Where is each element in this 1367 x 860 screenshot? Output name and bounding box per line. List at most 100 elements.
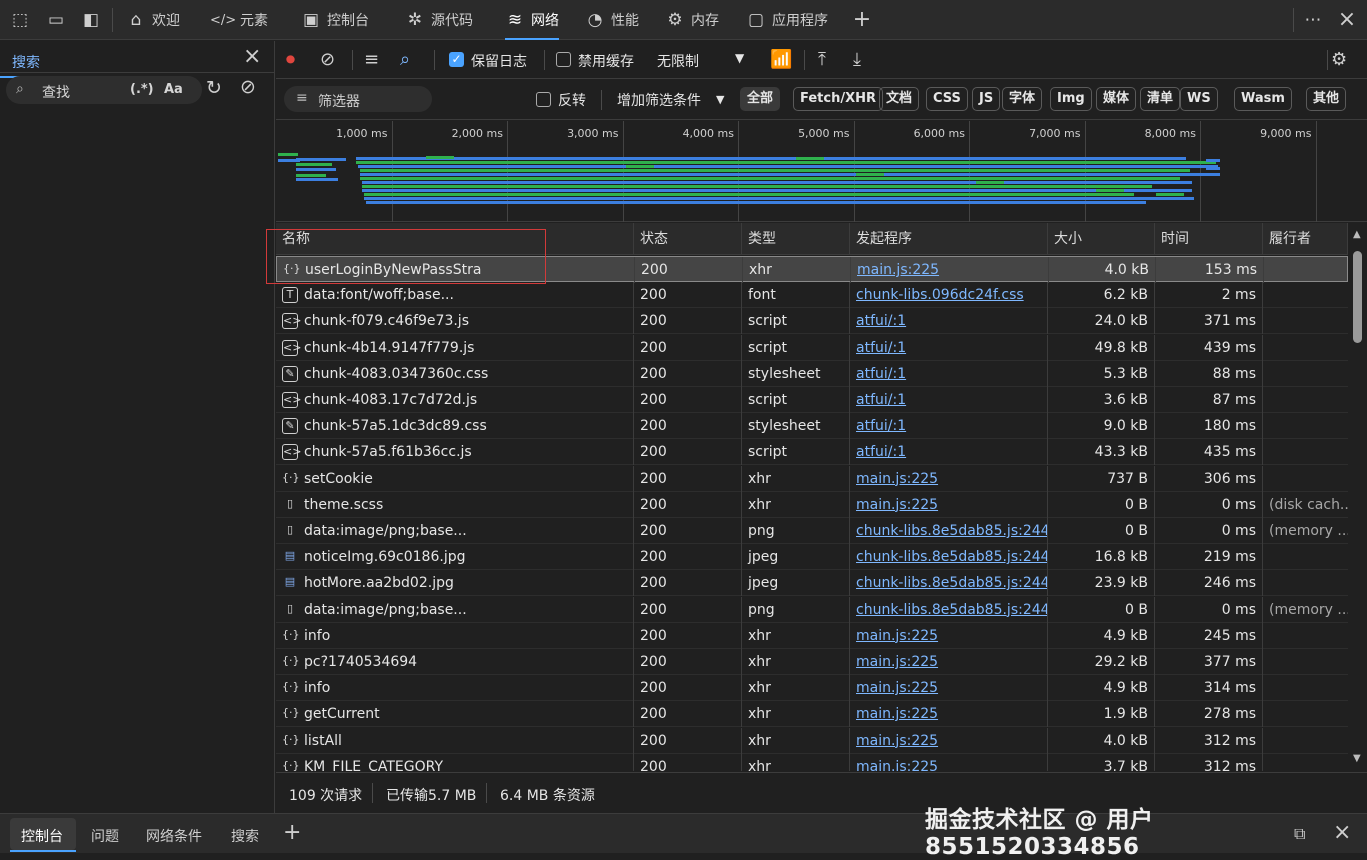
initiator-link[interactable]: chunk-libs.8e5dab85.js:244 <box>856 575 1047 591</box>
column-header-1[interactable]: 状态 <box>634 223 742 255</box>
tab-5[interactable]: ◔ 性能 <box>585 0 639 40</box>
table-row[interactable]: ✎ chunk-4083.0347360c.css 200 stylesheet atf… <box>276 360 1348 387</box>
filter-type-11[interactable]: 其他 <box>1306 87 1347 111</box>
add-tab-icon[interactable]: + <box>850 8 874 32</box>
cell-initiator[interactable]: main.js:225 <box>850 622 1048 649</box>
column-header-5[interactable]: 时间 <box>1155 223 1263 255</box>
cell-initiator[interactable]: main.js:225 <box>850 491 1048 518</box>
drawer-tab-issues[interactable]: 问题 <box>91 826 119 846</box>
column-header-2[interactable]: 类型 <box>742 223 850 255</box>
table-row[interactable]: <> chunk-f079.c46f9e73.js 200 script atfui/:… <box>276 308 1348 335</box>
initiator-link[interactable]: main.js:225 <box>856 628 938 644</box>
cell-initiator[interactable]: atfui/:1 <box>850 413 1048 440</box>
cell-initiator[interactable]: chunk-libs.8e5dab85.js:244 <box>850 544 1048 571</box>
tab-4[interactable]: ≋ 网络 <box>505 0 559 40</box>
tab-2[interactable]: ▣ 控制台 <box>301 0 369 40</box>
table-row[interactable]: {·} getCurrent 200 xhr main.js:225 1.9 kB 278 … <box>276 701 1348 728</box>
scrollbar-thumb[interactable] <box>1353 251 1362 343</box>
initiator-link[interactable]: main.js:225 <box>856 654 938 670</box>
table-row[interactable]: <> chunk-57a5.f61b36cc.js 200 script atfui/:… <box>276 439 1348 466</box>
table-row[interactable]: {·} KM_FILE_CATEGORY 200 xhr main.js:225 3.7 … <box>276 753 1348 771</box>
initiator-link[interactable]: main.js:225 <box>856 733 938 749</box>
cell-initiator[interactable]: chunk-libs.8e5dab85.js:244 <box>850 596 1048 623</box>
dock-side-icon[interactable]: ◧ <box>79 8 103 32</box>
table-row[interactable]: ▤ hotMore.aa2bd02.jpg 200 jpeg chunk-libs.8e… <box>276 570 1348 597</box>
filter-type-1[interactable]: Fetch/XHR <box>793 87 884 111</box>
initiator-link[interactable]: atfui/:1 <box>856 366 906 382</box>
import-har-icon[interactable]: ⤒ <box>818 49 826 71</box>
add-drawer-tab-icon[interactable]: + <box>283 820 301 845</box>
match-case-toggle[interactable]: Aa <box>164 82 183 97</box>
clear-log-icon[interactable]: ⊘ <box>320 49 335 71</box>
drawer-tab-search[interactable]: 搜索 <box>231 826 259 846</box>
chevron-down-icon[interactable]: ▼ <box>716 93 724 106</box>
more-options-icon[interactable]: ⋯ <box>1301 8 1325 32</box>
column-header-4[interactable]: 大小 <box>1048 223 1155 255</box>
table-row[interactable]: ▯ theme.scss 200 xhr main.js:225 0 B0 ms (disk… <box>276 491 1348 518</box>
tab-7[interactable]: ▢ 应用程序 <box>746 0 828 40</box>
initiator-link[interactable]: chunk-libs.8e5dab85.js:244 <box>856 523 1047 539</box>
table-row[interactable]: {·} setCookie 200 xhr main.js:225 737 B 306 ms <box>276 465 1348 492</box>
initiator-link[interactable]: atfui/:1 <box>856 313 906 329</box>
close-icon[interactable]: × <box>243 44 261 69</box>
initiator-link[interactable]: atfui/:1 <box>856 444 906 460</box>
initiator-link[interactable]: chunk-libs.8e5dab85.js:244 <box>856 549 1047 565</box>
device-toolbar-icon[interactable]: ▭ <box>44 8 68 32</box>
initiator-link[interactable]: main.js:225 <box>856 471 938 487</box>
cell-initiator[interactable]: chunk-libs.8e5dab85.js:244 <box>850 570 1048 597</box>
table-row[interactable]: {·} info 200 xhr main.js:225 4.9 kB 314 ms <box>276 675 1348 702</box>
table-row[interactable]: ✎ chunk-57a5.1dc3dc89.css 200 stylesheet atf… <box>276 413 1348 440</box>
search-icon[interactable]: ⌕ <box>400 49 410 71</box>
cell-initiator[interactable]: main.js:225 <box>850 465 1048 492</box>
cell-initiator[interactable]: main.js:225 <box>850 675 1048 702</box>
cell-initiator[interactable]: atfui/:1 <box>850 439 1048 466</box>
initiator-link[interactable]: main.js:225 <box>856 680 938 696</box>
initiator-link[interactable]: chunk-libs.096dc24f.css <box>856 287 1024 303</box>
cell-initiator[interactable]: chunk-libs.096dc24f.css <box>850 282 1048 309</box>
record-icon[interactable]: ⏺ <box>286 49 295 71</box>
cell-initiator[interactable]: atfui/:1 <box>850 334 1048 361</box>
timeline-overview[interactable]: 1,000 ms 2,000 ms 3,000 ms 4,000 ms 5,000 ms… <box>276 121 1367 222</box>
chevron-down-icon[interactable]: ▼ <box>735 51 744 65</box>
scroll-up-icon[interactable]: ▲ <box>1353 229 1361 240</box>
filter-icon[interactable]: ≡ <box>364 49 379 71</box>
table-row[interactable]: ▤ noticeImg.69c0186.jpg 200 jpeg chunk-libs.… <box>276 544 1348 571</box>
preserve-log-checkbox[interactable]: ✓ <box>449 52 464 67</box>
table-scrollbar[interactable]: ▲ ▼ <box>1350 223 1367 771</box>
inspect-element-icon[interactable]: ⬚ <box>8 8 32 32</box>
cell-initiator[interactable]: main.js:225 <box>850 727 1048 754</box>
close-devtools-icon[interactable]: × <box>1335 8 1359 32</box>
cell-initiator[interactable]: atfui/:1 <box>850 387 1048 413</box>
table-row[interactable]: <> chunk-4083.17c7d72d.js 200 script atfui/:… <box>276 387 1348 413</box>
disable-cache-checkbox[interactable] <box>556 52 571 67</box>
filter-type-10[interactable]: Wasm <box>1234 87 1292 111</box>
filter-input[interactable]: ≡ 筛选器 <box>284 86 432 112</box>
table-row[interactable]: Tdata:font/woff;base... 200 font chunk-libs… <box>276 282 1348 309</box>
search-panel-title[interactable]: 搜索 <box>0 52 50 78</box>
filter-type-6[interactable]: Img <box>1050 87 1092 111</box>
filter-type-3[interactable]: CSS <box>926 87 968 111</box>
tab-1[interactable]: </> 元素 <box>210 0 268 40</box>
initiator-link[interactable]: main.js:225 <box>856 706 938 722</box>
cell-initiator[interactable]: atfui/:1 <box>850 308 1048 335</box>
drawer-tab-network-conditions[interactable]: 网络条件 <box>146 826 202 846</box>
cell-initiator[interactable]: chunk-libs.8e5dab85.js:244 <box>850 518 1048 544</box>
filter-type-2[interactable]: 文档 <box>879 87 920 111</box>
cell-initiator[interactable]: atfui/:1 <box>850 360 1048 387</box>
tab-3[interactable]: ✲ 源代码 <box>405 0 473 40</box>
export-har-icon[interactable]: ⤓ <box>853 49 861 71</box>
search-input[interactable]: ⌕ 查找 (.*) Aa <box>6 76 202 104</box>
filter-type-8[interactable]: 清单 <box>1140 87 1181 111</box>
cell-initiator[interactable]: main.js:225 <box>850 701 1048 728</box>
column-header-3[interactable]: 发起程序 <box>850 223 1048 255</box>
table-row[interactable]: {·} pc?1740534694 200 xhr main.js:225 29.2 kB… <box>276 649 1348 675</box>
scroll-down-icon[interactable]: ▼ <box>1353 753 1361 764</box>
column-header-6[interactable]: 履行者 <box>1263 223 1348 255</box>
settings-gear-icon[interactable]: ⚙ <box>1331 49 1347 71</box>
initiator-link[interactable]: main.js:225 <box>856 759 938 771</box>
filter-type-7[interactable]: 媒体 <box>1096 87 1137 111</box>
initiator-link[interactable]: chunk-libs.8e5dab85.js:244 <box>856 602 1047 618</box>
cell-initiator[interactable]: main.js:225 <box>851 257 1049 283</box>
clear-icon[interactable]: ⊘ <box>240 76 256 98</box>
table-row[interactable]: {·} info 200 xhr main.js:225 4.9 kB 245 ms <box>276 622 1348 649</box>
